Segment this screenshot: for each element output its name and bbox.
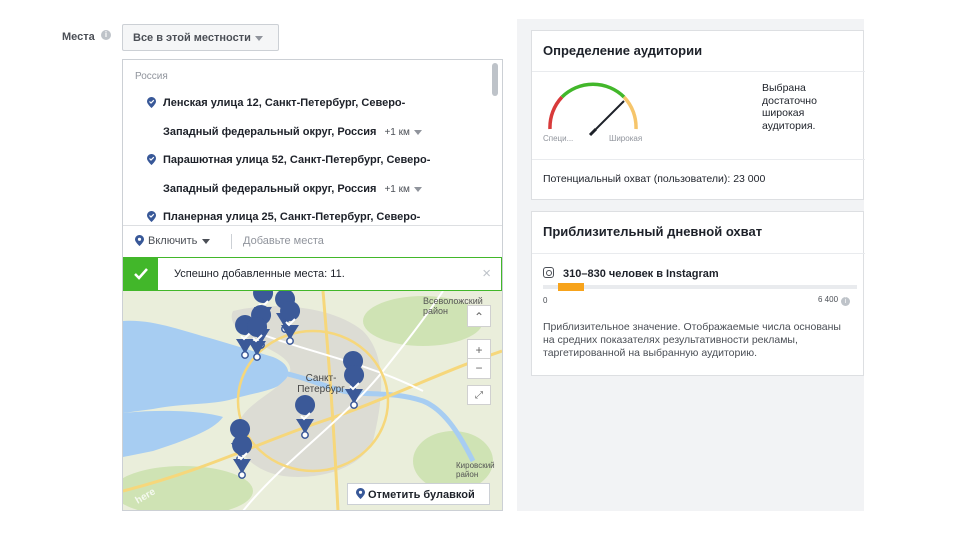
close-icon[interactable]: × bbox=[482, 265, 491, 282]
audience-definition-card: Определение аудитории Специ... Широкая В… bbox=[531, 30, 865, 200]
map-label-kirovsky: Кировский район bbox=[456, 461, 495, 479]
chevron-down-icon bbox=[413, 186, 422, 192]
map-pin-icon bbox=[232, 435, 253, 479]
include-dropdown[interactable]: Включить bbox=[135, 235, 211, 247]
location-list[interactable]: Россия Ленская улица 12, Санкт-Петербург… bbox=[123, 60, 502, 224]
audience-title: Определение аудитории bbox=[543, 43, 703, 58]
radius-selector[interactable]: +1 км bbox=[384, 127, 422, 138]
audience-description: Выбрана достаточно широкая аудитория. bbox=[762, 82, 817, 132]
potential-reach: Потенциальный охват (пользователи): 23 0… bbox=[543, 173, 766, 185]
list-item[interactable]: Парашютная улица 52, Санкт-Петербург, Се… bbox=[163, 154, 430, 166]
location-panel: Россия Ленская улица 12, Санкт-Петербург… bbox=[122, 59, 503, 511]
reach-bar bbox=[543, 283, 857, 291]
gauge-label-specific: Специ... bbox=[543, 134, 574, 143]
fullscreen-button[interactable]: ⤢ bbox=[467, 385, 491, 405]
divider bbox=[532, 159, 865, 160]
radius-selector[interactable]: +1 км bbox=[384, 184, 422, 195]
map-pin-icon bbox=[295, 395, 316, 439]
add-places-input[interactable]: Добавьте места bbox=[243, 235, 324, 247]
estimate-note: Приблизительное значение. Отображаемые ч… bbox=[543, 321, 841, 359]
zoom-in-button[interactable]: + bbox=[467, 339, 491, 359]
fullscreen-icon: ⤢ bbox=[475, 390, 483, 401]
location-pin-icon bbox=[135, 235, 144, 246]
map-label-spb: Санкт-Петербург bbox=[297, 373, 345, 395]
check-icon bbox=[124, 258, 158, 290]
list-item[interactable]: Ленская улица 12, Санкт-Петербург, Север… bbox=[163, 97, 405, 109]
map[interactable]: Всеволожский район Санкт-Петербург Киров… bbox=[123, 291, 502, 510]
divider bbox=[532, 253, 865, 254]
instagram-reach: 310–830 человек в Instagram bbox=[543, 267, 719, 280]
location-type-value: Все в этой местности bbox=[133, 32, 251, 44]
instagram-icon bbox=[543, 267, 554, 278]
drop-pin-button[interactable]: Отметить булавкой bbox=[347, 483, 490, 505]
list-item[interactable]: Западный федеральный округ, Россия +1 км bbox=[163, 183, 422, 195]
map-pins-layer bbox=[230, 291, 365, 479]
location-type-dropdown[interactable]: Все в этой местности bbox=[122, 24, 279, 51]
include-row: Включить Добавьте места bbox=[123, 225, 502, 257]
list-item[interactable]: Западный федеральный округ, Россия +1 км bbox=[163, 126, 422, 138]
chevron-down-icon bbox=[254, 35, 263, 41]
divider bbox=[532, 71, 865, 72]
chevron-down-icon bbox=[413, 129, 422, 135]
chevron-up-icon: ⌃ bbox=[473, 310, 485, 324]
info-icon[interactable]: i bbox=[101, 30, 111, 40]
list-item[interactable]: Планерная улица 25, Санкт-Петербург, Сев… bbox=[163, 211, 420, 223]
daily-reach-card: Приблизительный дневной охват 310–830 че… bbox=[531, 211, 865, 376]
gauge-label-broad: Широкая bbox=[609, 134, 643, 143]
location-pin-icon bbox=[147, 154, 156, 165]
zoom-out-button[interactable]: − bbox=[467, 359, 491, 379]
success-banner: Успешно добавленные места: 11. × bbox=[123, 257, 502, 291]
success-message: Успешно добавленные места: 11. bbox=[174, 268, 345, 280]
reach-bar-min: 0 bbox=[543, 296, 548, 305]
scrollbar[interactable] bbox=[492, 63, 498, 96]
location-pin-icon bbox=[147, 97, 156, 108]
places-label: Места bbox=[62, 31, 95, 43]
map-collapse-button[interactable]: ⌃ bbox=[467, 305, 491, 327]
reach-bar-max: 6 400 i bbox=[818, 295, 851, 306]
chevron-down-icon bbox=[202, 238, 211, 244]
location-pin-icon bbox=[356, 488, 365, 499]
reach-bar-fill bbox=[558, 283, 584, 291]
divider bbox=[231, 234, 232, 249]
location-pin-icon bbox=[147, 211, 156, 222]
info-icon[interactable]: i bbox=[841, 297, 851, 306]
country-heading: Россия bbox=[135, 71, 168, 82]
daily-reach-title: Приблизительный дневной охват bbox=[543, 224, 763, 239]
